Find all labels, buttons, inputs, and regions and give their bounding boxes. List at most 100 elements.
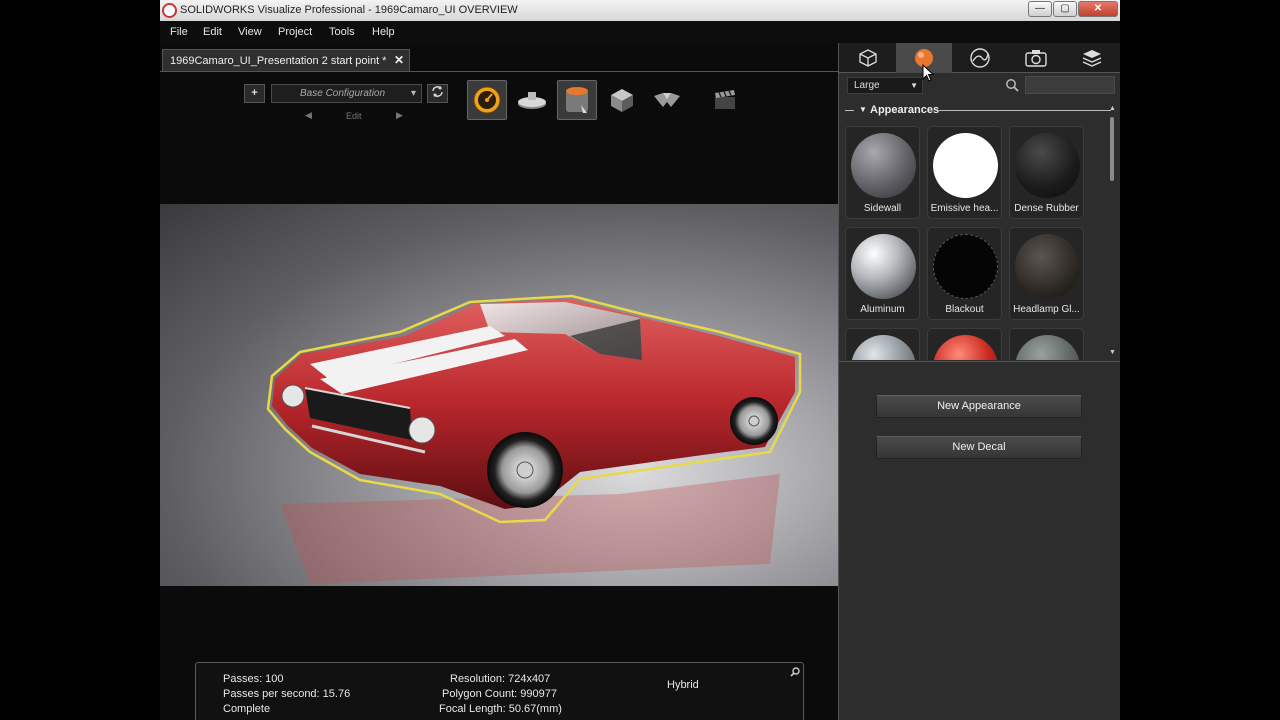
library-scrollbar[interactable]: ▲ ▼ <box>1108 105 1117 360</box>
thumbnail-size-value: Large <box>854 80 880 91</box>
next-configuration-arrow-icon[interactable]: ▶ <box>396 110 403 121</box>
window-title: SOLIDWORKS Visualize Professional - 1969… <box>180 4 518 16</box>
passes-per-second-text: Passes per second: 15.76 <box>223 688 351 700</box>
search-icon <box>1006 79 1019 92</box>
resolution-text: Resolution: 724x407 <box>450 673 551 685</box>
clapper-tool-button[interactable] <box>705 80 745 120</box>
polygon-count-text: Polygon Count: 990977 <box>442 688 557 700</box>
appearance-name: Sidewall <box>863 203 902 214</box>
scroll-up-icon[interactable]: ▲ <box>1109 105 1116 112</box>
menu-view[interactable]: View <box>238 26 262 38</box>
search-input[interactable] <box>1025 76 1115 94</box>
car-render-image <box>266 294 802 584</box>
close-button[interactable]: ✕ <box>1078 1 1118 17</box>
appearance-tile[interactable]: Emissive hea... <box>927 126 1002 219</box>
menu-bar: File Edit View Project Tools Help <box>160 21 1120 43</box>
refresh-configuration-button[interactable] <box>427 84 448 103</box>
appearances-section-header[interactable]: ▼ Appearances <box>845 104 1113 118</box>
render-viewport[interactable] <box>160 204 838 586</box>
appearance-tile[interactable]: Aluminum <box>845 227 920 320</box>
appearance-tile[interactable] <box>1009 328 1084 360</box>
thumbnail-size-dropdown[interactable]: Large ▼ <box>847 77 923 94</box>
edit-configuration-link[interactable]: Edit <box>346 111 362 121</box>
appearance-name: Aluminum <box>860 304 905 315</box>
appearance-name: Blackout <box>945 304 984 315</box>
menu-project[interactable]: Project <box>278 26 312 38</box>
material-sphere <box>851 234 916 299</box>
zoom-icon[interactable] <box>790 667 800 677</box>
appearance-name: Headlamp Gl... <box>1013 304 1080 315</box>
material-sphere <box>851 133 916 198</box>
refresh-icon <box>432 86 443 97</box>
chevron-down-icon: ▼ <box>910 81 918 90</box>
new-decal-button[interactable]: New Decal <box>876 436 1082 459</box>
layers-icon <box>1082 50 1102 67</box>
mouse-cursor-icon <box>922 64 934 82</box>
new-appearance-button[interactable]: New Appearance <box>876 395 1082 418</box>
appearance-tile[interactable] <box>845 328 920 360</box>
app-logo-icon <box>162 3 177 18</box>
document-tab-label: 1969Camaro_UI_Presentation 2 start point… <box>170 55 387 67</box>
cube-tool-button[interactable] <box>602 80 642 120</box>
appearance-library-grid: Sidewall Emissive hea... Dense Rubber Al… <box>839 122 1109 360</box>
scroll-thumb[interactable] <box>1110 117 1114 181</box>
menu-help[interactable]: Help <box>372 26 395 38</box>
app-window: SOLIDWORKS Visualize Professional - 1969… <box>160 0 1120 720</box>
focal-length-text: Focal Length: 50.67(mm) <box>439 703 562 715</box>
render-mode-text: Hybrid <box>667 679 699 691</box>
paint-bucket-tool-icon <box>566 87 588 113</box>
tab-models[interactable] <box>840 43 896 73</box>
cube-outline-icon <box>859 49 877 67</box>
appearance-tile[interactable]: Blackout <box>927 227 1002 320</box>
arrow-tool-icon <box>654 93 680 107</box>
appearance-tile[interactable] <box>927 328 1002 360</box>
tab-cameras[interactable] <box>1008 43 1064 73</box>
menu-file[interactable]: File <box>170 26 188 38</box>
palette-tabs <box>839 43 1120 73</box>
material-sphere <box>1015 234 1080 299</box>
configuration-edit-row: ◀ Edit ▶ <box>305 110 405 122</box>
scene-dial-icon <box>970 48 990 68</box>
appearance-name: Dense Rubber <box>1014 203 1079 214</box>
material-sphere <box>1015 133 1080 198</box>
menu-edit[interactable]: Edit <box>203 26 222 38</box>
appearance-tile[interactable]: Sidewall <box>845 126 920 219</box>
scroll-down-icon[interactable]: ▼ <box>1109 349 1116 356</box>
tab-libraries[interactable] <box>1064 43 1120 73</box>
collapse-triangle-icon: ▼ <box>859 105 867 114</box>
arrow-tool-button[interactable] <box>647 80 687 120</box>
restore-button[interactable]: ▢ <box>1053 1 1077 17</box>
configuration-dropdown[interactable]: Base Configuration ▾ <box>271 84 422 103</box>
previous-configuration-arrow-icon[interactable]: ◀ <box>305 110 312 121</box>
tab-scenes[interactable] <box>952 43 1008 73</box>
paint-bucket-tool-button[interactable] <box>557 80 597 120</box>
palette-panel: Large ▼ ▼ Appearances Sidewall Emissive … <box>838 43 1120 720</box>
gauge-tool-icon <box>473 86 501 114</box>
configuration-value: Base Configuration <box>300 88 386 99</box>
section-title: Appearances <box>870 104 940 116</box>
turntable-tool-button[interactable] <box>512 80 552 120</box>
header-dash <box>845 110 854 111</box>
material-sphere <box>933 335 998 360</box>
title-bar: SOLIDWORKS Visualize Professional - 1969… <box>160 0 1120 21</box>
appearance-tile[interactable]: Headlamp Gl... <box>1009 227 1084 320</box>
add-configuration-button[interactable]: + <box>244 84 265 103</box>
passes-text: Passes: 100 <box>223 673 284 685</box>
header-rule <box>939 110 1111 111</box>
minimize-button[interactable]: — <box>1028 1 1052 17</box>
turntable-tool-icon <box>518 92 546 109</box>
cube-tool-icon <box>611 89 633 112</box>
document-tab-close-icon[interactable]: ✕ <box>394 53 404 67</box>
material-sphere <box>851 335 916 360</box>
tab-divider <box>160 71 838 72</box>
document-tab[interactable]: 1969Camaro_UI_Presentation 2 start point… <box>162 49 410 71</box>
menu-tools[interactable]: Tools <box>329 26 355 38</box>
gauge-tool-button[interactable] <box>467 80 507 120</box>
clapper-tool-icon <box>715 90 735 109</box>
appearance-tile[interactable]: Dense Rubber <box>1009 126 1084 219</box>
material-sphere <box>933 234 998 299</box>
appearance-name: Emissive hea... <box>930 203 999 214</box>
material-sphere <box>1015 335 1080 360</box>
chevron-down-icon: ▾ <box>410 88 416 99</box>
render-state-text: Complete <box>223 703 271 715</box>
